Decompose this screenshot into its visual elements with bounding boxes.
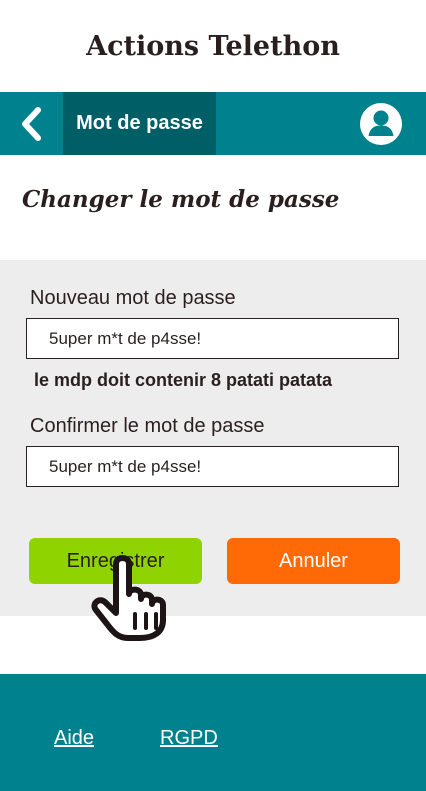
confirm-password-label: Confirmer le mot de passe	[30, 415, 265, 437]
footer: Aide RGPD	[0, 674, 426, 791]
hand-pointer-icon	[91, 555, 166, 641]
tab-mot-de-passe[interactable]: Mot de passe	[63, 92, 216, 155]
help-link[interactable]: Aide	[54, 727, 94, 750]
new-password-field[interactable]	[26, 318, 399, 359]
user-account-icon	[360, 103, 402, 145]
new-password-label: Nouveau mot de passe	[30, 287, 236, 309]
back-button[interactable]	[0, 92, 62, 155]
confirm-password-field[interactable]	[26, 446, 399, 487]
rgpd-link[interactable]: RGPD	[160, 727, 218, 750]
chevron-left-icon	[22, 106, 41, 141]
profile-button[interactable]	[359, 102, 403, 146]
password-hint: le mdp doit contenir 8 patati patata	[34, 370, 333, 390]
page-title: Changer le mot de passe	[22, 186, 340, 213]
app-title: Actions Telethon	[86, 30, 340, 62]
cancel-button[interactable]: Annuler	[227, 538, 400, 584]
